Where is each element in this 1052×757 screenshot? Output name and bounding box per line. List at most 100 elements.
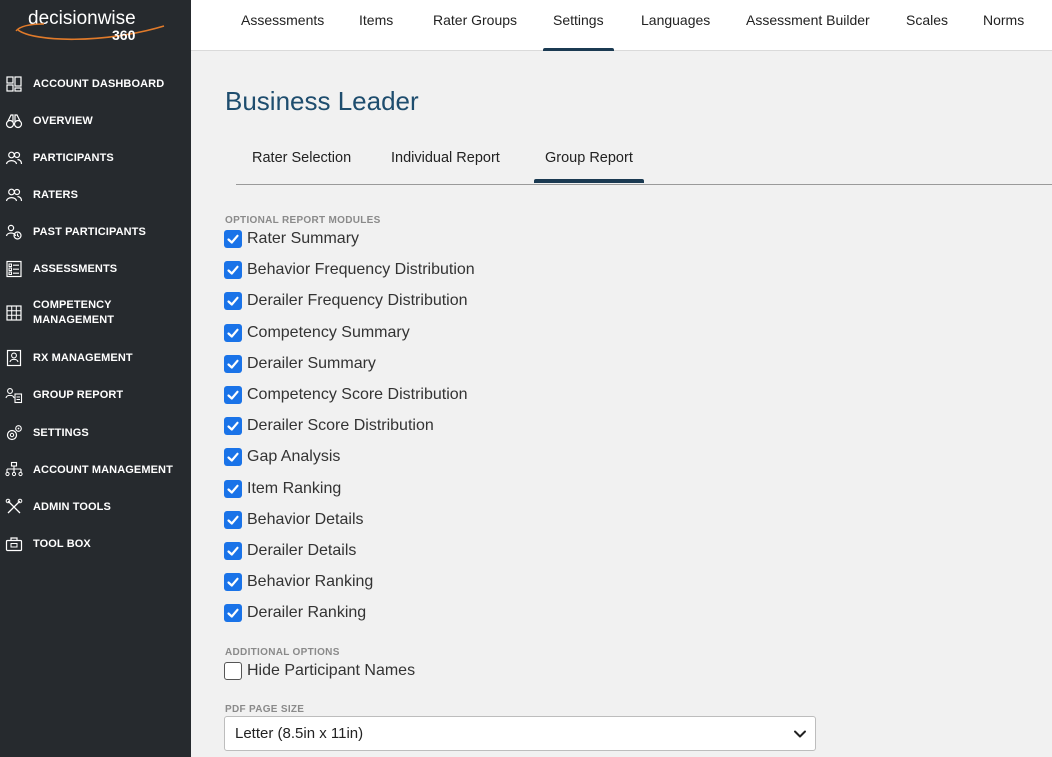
sidebar-item-label: COMPETENCY MANAGEMENT (33, 299, 115, 326)
checkbox-checked[interactable] (224, 542, 242, 560)
option-label: Behavior Frequency Distribution (247, 261, 475, 279)
sidebar-item-group-report[interactable]: GROUP REPORT (0, 386, 191, 404)
option-label: Item Ranking (247, 479, 342, 497)
checkbox-checked[interactable] (224, 448, 242, 467)
sidebar-item-label: PAST PARTICIPANTS (33, 225, 146, 238)
checkbox-unchecked[interactable] (224, 662, 242, 680)
sidebar-item-label: OVERVIEW (33, 114, 93, 127)
subtab-group-report[interactable]: Group Report (534, 150, 644, 183)
sidebar-item-label: ACCOUNT MANAGEMENT (33, 463, 173, 476)
sidebar-item-participants[interactable]: PARTICIPANTS (0, 149, 191, 167)
checklist-icon (5, 260, 23, 278)
chevron-down-icon (794, 730, 806, 738)
people-history-icon (5, 223, 23, 241)
sidebar-item-past-participants[interactable]: PAST PARTICIPANTS (0, 223, 191, 241)
top-nav: Assessments Items Rater Groups Settings Lang… (191, 0, 1052, 51)
sidebar-item-account-management[interactable]: ACCOUNT MANAGEMENT (0, 461, 191, 479)
sidebar-item-label: ACCOUNT DASHBOARD (33, 77, 165, 90)
sidebar-item-label: SETTINGS (33, 426, 89, 439)
tab-scales[interactable]: Scales (906, 0, 948, 51)
sidebar-item-label: TOOL BOX (33, 537, 91, 550)
subtab-rater-selection[interactable]: Rater Selection (252, 150, 351, 166)
checkbox-checked[interactable] (224, 573, 242, 592)
sidebar-item-label: GROUP REPORT (33, 388, 124, 401)
option-label: Gap Analysis (247, 448, 341, 466)
sidebar-item-competency-management[interactable]: COMPETENCY MANAGEMENT (0, 298, 191, 328)
checkbox-checked[interactable] (224, 261, 242, 280)
checkbox-checked[interactable] (224, 292, 242, 311)
pdf-page-size-label: PDF PAGE SIZE (225, 704, 305, 715)
subtab-individual-report[interactable]: Individual Report (391, 150, 500, 166)
option-label: Behavior Details (247, 510, 364, 528)
optional-modules-label: OPTIONAL REPORT MODULES (225, 215, 381, 226)
gears-icon (5, 424, 23, 442)
option-derailer-details[interactable]: Derailer Details (224, 542, 356, 560)
option-label: Derailer Details (247, 542, 357, 559)
decisionwise-logo[interactable]: decisionwise 360 (14, 4, 166, 44)
option-label: Rater Summary (247, 230, 360, 247)
option-label: Competency Score Distribution (247, 386, 468, 403)
tab-items[interactable]: Items (359, 0, 393, 51)
svg-text:decisionwise: decisionwise (28, 8, 136, 29)
option-gap-analysis[interactable]: Gap Analysis (224, 448, 341, 467)
sidebar-item-label: RATERS (33, 188, 79, 201)
option-rater-summary[interactable]: Rater Summary (224, 230, 359, 248)
report-subtabs: Rater Selection Individual Report Group … (236, 139, 1052, 185)
svg-text:360: 360 (112, 27, 136, 43)
option-behavior-frequency-distribution[interactable]: Behavior Frequency Distribution (224, 261, 475, 280)
sidebar-item-label: ADMIN TOOLS (33, 500, 111, 513)
org-chart-icon (5, 461, 23, 479)
checkbox-checked[interactable] (224, 604, 242, 623)
binoculars-icon (5, 112, 23, 130)
toolbox-icon (5, 535, 23, 553)
pdf-page-size-value: Letter (8.5in x 11in) (235, 725, 364, 742)
sidebar: decisionwise 360 ACCOUNT DASHBOARD OVERVI… (0, 0, 191, 757)
checkbox-checked[interactable] (224, 323, 242, 342)
people-icon (5, 186, 23, 204)
grid-icon (5, 304, 23, 322)
group-report-icon (5, 386, 23, 404)
sidebar-item-settings[interactable]: SETTINGS (0, 424, 191, 442)
checkbox-checked[interactable] (224, 354, 242, 373)
sidebar-item-admin-tools[interactable]: ADMIN TOOLS (0, 498, 191, 516)
tab-settings[interactable]: Settings (543, 0, 614, 51)
sidebar-item-overview[interactable]: OVERVIEW (0, 112, 191, 130)
additional-options-label: ADDITIONAL OPTIONS (225, 647, 340, 658)
tab-rater-groups[interactable]: Rater Groups (433, 0, 517, 51)
option-derailer-score-distribution[interactable]: Derailer Score Distribution (224, 417, 434, 436)
people-icon (5, 149, 23, 167)
tools-icon (5, 498, 23, 516)
tab-languages[interactable]: Languages (641, 0, 710, 51)
dashboard-icon (5, 75, 23, 93)
sidebar-item-account-dashboard[interactable]: ACCOUNT DASHBOARD (0, 75, 191, 93)
option-label: Derailer Frequency Distribution (247, 292, 468, 310)
option-label: Competency Summary (247, 323, 410, 341)
checkbox-checked[interactable] (224, 510, 242, 529)
option-competency-summary[interactable]: Competency Summary (224, 323, 410, 342)
pdf-page-size-select[interactable]: Letter (8.5in x 11in) (224, 716, 816, 751)
option-behavior-ranking[interactable]: Behavior Ranking (224, 573, 374, 592)
option-label: Behavior Ranking (247, 573, 374, 591)
option-derailer-ranking[interactable]: Derailer Ranking (224, 604, 367, 623)
option-derailer-summary[interactable]: Derailer Summary (224, 354, 376, 373)
tab-assessments[interactable]: Assessments (241, 0, 324, 51)
sidebar-item-rx-management[interactable]: RX MANAGEMENT (0, 349, 191, 367)
checkbox-checked[interactable] (224, 386, 242, 404)
tab-assessment-builder[interactable]: Assessment Builder (746, 0, 870, 51)
option-label: Derailer Ranking (247, 604, 367, 622)
checkbox-checked[interactable] (224, 417, 242, 436)
checkbox-checked[interactable] (224, 479, 242, 498)
sidebar-item-assessments[interactable]: ASSESSMENTS (0, 260, 191, 278)
option-derailer-frequency-distribution[interactable]: Derailer Frequency Distribution (224, 292, 468, 311)
option-behavior-details[interactable]: Behavior Details (224, 510, 364, 529)
tab-norms[interactable]: Norms (983, 0, 1024, 51)
person-report-icon (5, 349, 23, 367)
sidebar-item-label: PARTICIPANTS (33, 151, 114, 164)
sidebar-item-tool-box[interactable]: TOOL BOX (0, 535, 191, 553)
checkbox-checked[interactable] (224, 230, 242, 248)
option-competency-score-distribution[interactable]: Competency Score Distribution (224, 386, 468, 404)
option-hide-participant-names[interactable]: Hide Participant Names (224, 662, 415, 680)
option-item-ranking[interactable]: Item Ranking (224, 479, 342, 498)
sidebar-item-label: ASSESSMENTS (33, 262, 118, 275)
sidebar-item-raters[interactable]: RATERS (0, 186, 191, 204)
